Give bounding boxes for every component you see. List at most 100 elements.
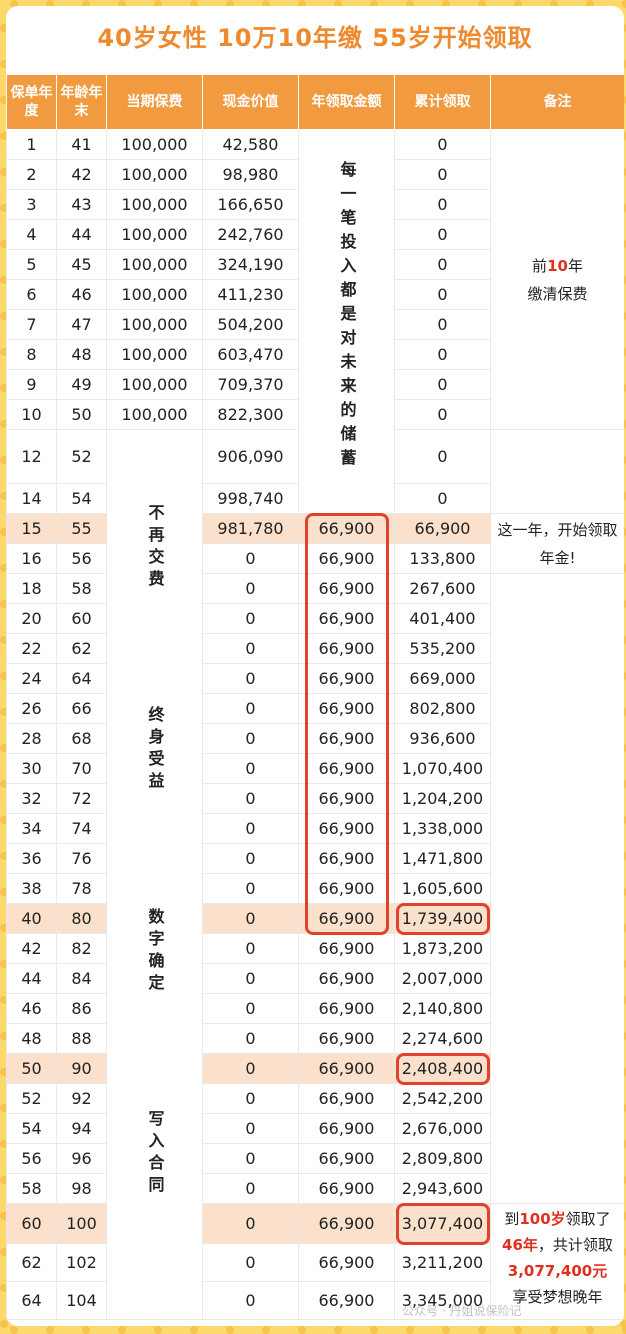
cell-age: 50 [56,399,107,430]
header-annual-payout: 年领取金额 [298,74,395,130]
cell-cumulative-payout: 0 [394,483,491,514]
cell-premium: 100,000 [106,219,203,250]
cell-cumulative-payout: 0 [394,159,491,190]
cell-age: 46 [56,279,107,310]
cell-cumulative-payout: 535,200 [394,633,491,664]
table-row: 60 100 0 66,900 3,077,400 到100岁领取了 46年，共计领取 3,0… [6,1203,624,1320]
cell-age: 104 [56,1281,107,1320]
cell-cash-value: 0 [202,1173,299,1204]
cell-cash-value: 324,190 [202,249,299,280]
cell-cash-value: 0 [202,663,299,694]
cell-age: 64 [56,663,107,694]
cell-premium: 100,000 [106,249,203,280]
cell-cash-value: 242,760 [202,219,299,250]
note-end-years: 46年 [502,1236,538,1254]
cell-cash-value: 0 [202,1143,299,1174]
background-dot [478,1326,486,1334]
cell-premium: 100,000 [106,309,203,340]
cell-cash-value: 822,300 [202,399,299,430]
note-end-to: 到 [504,1210,520,1228]
background-dot [154,1326,162,1334]
background-dot [298,1326,306,1334]
cell-cumulative-payout: 2,007,000 [394,963,491,994]
cell-cash-value: 0 [202,843,299,874]
cell-age: 100 [56,1203,107,1244]
cell-cumulative-payout: 2,274,600 [394,1023,491,1054]
cell-policy-year: 18 [6,573,57,604]
cell-age: 62 [56,633,107,664]
cell-policy-year: 30 [6,753,57,784]
note-end-tagline: 享受梦想晚年 [512,1288,603,1306]
cell-cash-value: 0 [202,573,299,604]
cell-annual-payout: 66,900 [298,753,395,784]
cell-age: 88 [56,1023,107,1054]
cell-cumulative-payout: 802,800 [394,693,491,724]
cell-policy-year: 60 [6,1203,57,1244]
cell-cash-value: 0 [202,963,299,994]
background-dot [442,1326,450,1334]
header-premium: 当期保费 [106,74,203,130]
cell-policy-year: 10 [6,399,57,430]
header-remarks: 备注 [490,74,624,130]
cell-annual-payout: 66,900 [298,873,395,904]
cell-policy-year: 9 [6,369,57,400]
background-dot [82,1326,90,1334]
background-dot [226,1326,234,1334]
header-cash-value: 现金价值 [202,74,299,130]
cell-annual-payout: 66,900 [298,723,395,754]
cell-annual-payout: 66,900 [298,543,395,574]
cell-cumulative-payout: 1,873,200 [394,933,491,964]
cell-annual-payout: 66,900 [298,513,395,544]
table-row: 18 58 0 66,900 267,600 [6,573,624,1204]
note-prepay: 前10年 缴清保费 [490,129,624,430]
cell-age: 58 [56,573,107,604]
cell-policy-year: 48 [6,1023,57,1054]
header-cumulative-payout: 累计领取 [394,74,491,130]
cell-cash-value: 998,740 [202,483,299,514]
vertical-slogan: 不再交费 [145,504,165,592]
cell-cash-value: 0 [202,903,299,934]
note-empty [490,429,624,514]
cell-age: 43 [56,189,107,220]
cell-policy-year: 20 [6,603,57,634]
cell-policy-year: 15 [6,513,57,544]
cell-premium: 100,000 [106,189,203,220]
cell-policy-year: 42 [6,933,57,964]
cell-age: 86 [56,993,107,1024]
note-suffix: 年 [567,256,583,275]
cell-cumulative-payout: 1,204,200 [394,783,491,814]
cell-cumulative-payout: 936,600 [394,723,491,754]
cell-annual-payout: 66,900 [298,843,395,874]
cell-cash-value: 0 [202,1203,299,1244]
cell-age: 74 [56,813,107,844]
cell-policy-year: 5 [6,249,57,280]
cell-premium: 100,000 [106,159,203,190]
cell-policy-year: 8 [6,339,57,370]
cell-policy-year: 1 [6,129,57,160]
cell-cash-value: 0 [202,783,299,814]
cell-cash-value: 0 [202,633,299,664]
background-dot [10,1326,18,1334]
cell-cumulative-payout: 0 [394,339,491,370]
cell-annual-payout: 66,900 [298,603,395,634]
table-header-row: 保单年度 年龄年末 当期保费 现金价值 年领取金额 累计领取 备注 [6,74,624,130]
cell-age: 60 [56,603,107,634]
header-policy-year: 保单年度 [6,74,57,130]
vertical-slogan: 每一笔投入都是对未来的储蓄 [337,161,357,473]
note-number: 10 [547,256,568,275]
cell-cash-value: 411,230 [202,279,299,310]
cell-premium: 100,000 [106,399,203,430]
cell-cash-value: 0 [202,723,299,754]
cell-cumulative-payout: 2,809,800 [394,1143,491,1174]
cell-annual-payout: 66,900 [298,963,395,994]
cell-cash-value: 166,650 [202,189,299,220]
page-title: 40岁女性 10万10年缴 55岁开始领取 [97,24,533,52]
cell-annual-payout: 66,900 [298,1281,395,1320]
cell-cash-value: 603,470 [202,339,299,370]
cell-cumulative-payout: 1,338,000 [394,813,491,844]
cell-cumulative-payout: 1,070,400 [394,753,491,784]
background-dot [514,1326,522,1334]
vertical-slogan: 写入合同 [145,1110,165,1198]
cell-cash-value: 0 [202,1281,299,1320]
cell-annual-payout: 66,900 [298,1113,395,1144]
